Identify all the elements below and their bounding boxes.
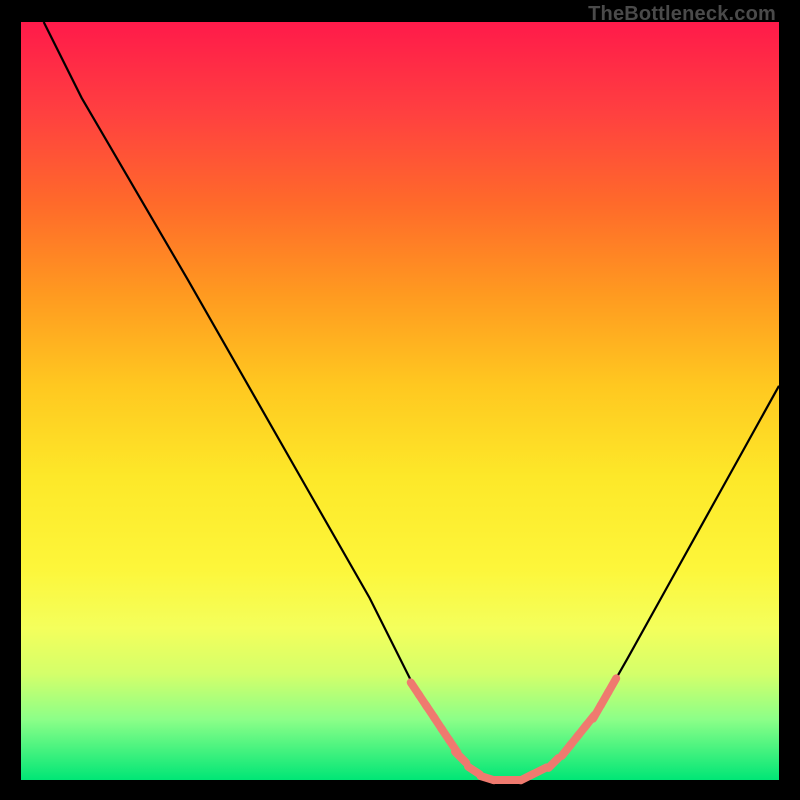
bottleneck-chart <box>21 22 779 780</box>
bottleneck-curve <box>44 22 779 780</box>
tick-marker <box>549 758 559 768</box>
tick-marker <box>562 744 571 755</box>
tick-markers <box>411 678 617 780</box>
tick-marker <box>608 678 616 692</box>
tick-marker <box>456 752 466 762</box>
